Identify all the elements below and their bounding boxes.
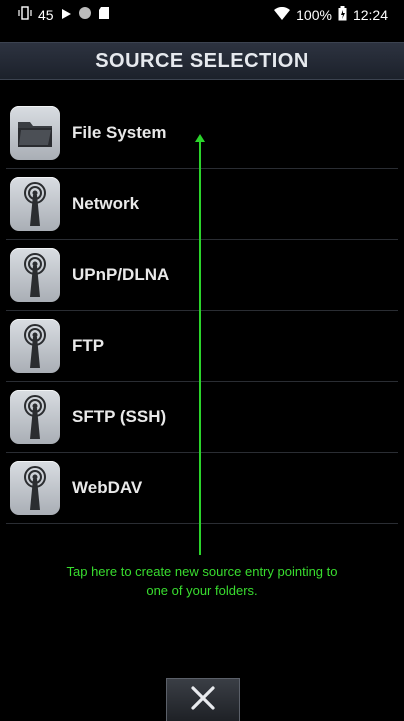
antenna-icon — [10, 248, 60, 302]
battery-percent: 100% — [296, 7, 332, 23]
hint-text: Tap here to create new source entry poin… — [40, 562, 364, 600]
source-item-sftp[interactable]: SFTP (SSH) — [6, 382, 398, 453]
antenna-icon — [10, 461, 60, 515]
status-right: 100% 12:24 — [274, 6, 388, 24]
battery-icon — [338, 6, 347, 24]
app-icon — [78, 6, 92, 23]
hint-line-2: one of your folders. — [146, 583, 258, 598]
sd-card-icon — [98, 6, 110, 23]
source-label: FTP — [72, 336, 105, 355]
source-label: UPnP/DLNA — [72, 265, 170, 284]
antenna-icon — [10, 319, 60, 373]
source-label: File System — [72, 123, 167, 142]
hint-line-1: Tap here to create new source entry poin… — [66, 564, 338, 579]
antenna-icon — [10, 390, 60, 444]
source-label: SFTP (SSH) — [72, 407, 167, 426]
page-title: SOURCE SELECTION — [95, 49, 309, 72]
status-bar: 45 100% 12:24 — [0, 0, 404, 30]
folder-icon — [10, 106, 60, 160]
wifi-icon — [274, 6, 291, 24]
status-count: 45 — [38, 6, 54, 23]
antenna-icon — [10, 177, 60, 231]
play-icon — [60, 7, 72, 23]
source-list: File System Network UPnP/DLNA FTP SFTP (… — [0, 98, 404, 524]
source-item-network[interactable]: Network — [6, 169, 398, 240]
source-label: WebDAV — [72, 478, 143, 497]
close-button[interactable] — [166, 678, 240, 721]
source-item-upnp-dlna[interactable]: UPnP/DLNA — [6, 240, 398, 311]
source-item-ftp[interactable]: FTP — [6, 311, 398, 382]
clock: 12:24 — [352, 7, 388, 23]
hint-pointer-line — [199, 140, 201, 555]
status-left: 45 — [18, 6, 110, 23]
close-icon — [190, 685, 216, 716]
vibrate-icon — [18, 6, 32, 23]
title-bar: SOURCE SELECTION — [0, 42, 404, 80]
source-label: Network — [72, 194, 140, 213]
source-item-webdav[interactable]: WebDAV — [6, 453, 398, 524]
